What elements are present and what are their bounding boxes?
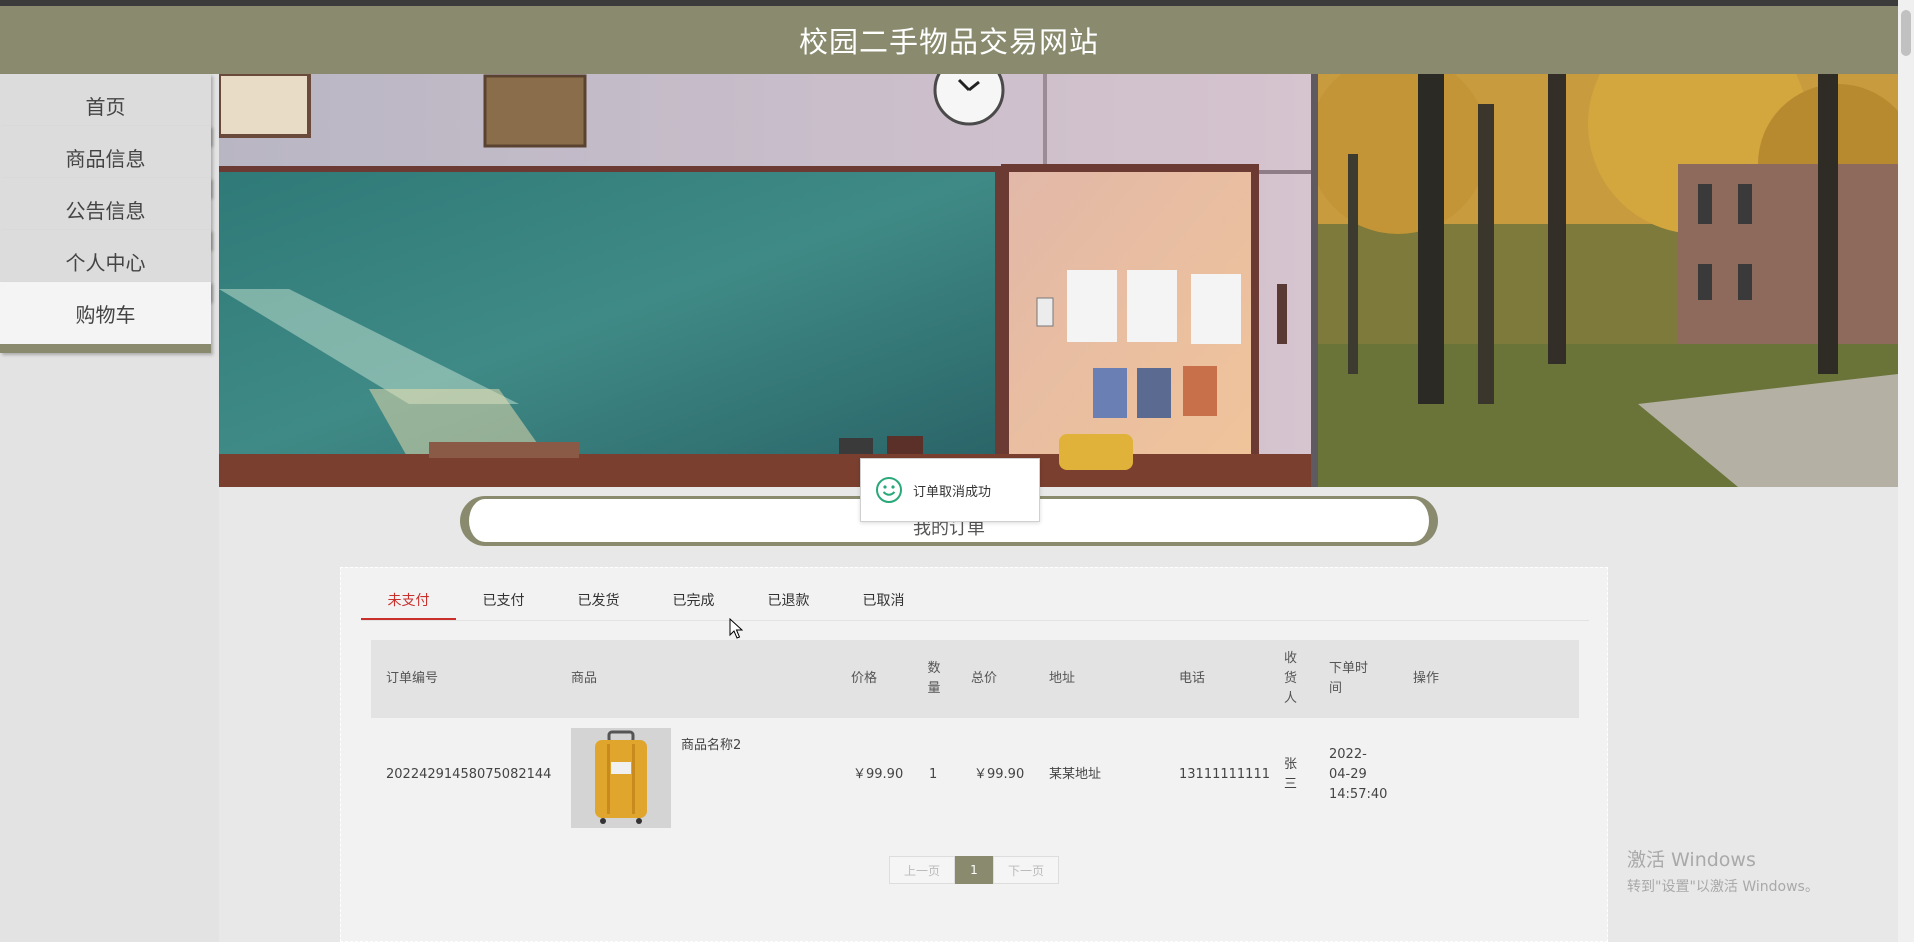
hero-banner bbox=[219, 74, 1898, 487]
tab-completed-label: 已完成 bbox=[672, 593, 715, 609]
nav-item-home-label: 首页 bbox=[85, 94, 126, 119]
col-address: 地址 bbox=[1049, 671, 1076, 686]
scrollbar-thumb[interactable] bbox=[1901, 10, 1911, 56]
col-qty: 数量 bbox=[927, 661, 941, 696]
windows-activation-watermark: 激活 Windows 转到"设置"以激活 Windows。 bbox=[1627, 845, 1819, 896]
col-total: 总价 bbox=[971, 671, 998, 686]
cell-total: ￥99.90 bbox=[974, 767, 1025, 782]
site-header: 校园二手物品交易网站 bbox=[0, 6, 1898, 74]
goods-thumbnail[interactable] bbox=[571, 728, 671, 828]
cell-qty: 1 bbox=[929, 767, 938, 782]
tab-refunded[interactable]: 已退款 bbox=[741, 590, 836, 618]
mouse-pointer-icon bbox=[729, 618, 743, 639]
next-page-button[interactable]: 下一页 bbox=[993, 856, 1059, 884]
table-row: 20224291458075082144 商品名称2 ￥99.90 1 ￥99.… bbox=[371, 718, 1579, 832]
tab-unpaid-label: 未支付 bbox=[387, 593, 430, 609]
col-price: 价格 bbox=[851, 671, 878, 686]
col-action: 操作 bbox=[1413, 671, 1440, 686]
prev-page-button[interactable]: 上一页 bbox=[889, 856, 955, 884]
toast-message: 订单取消成功 bbox=[913, 484, 992, 500]
tab-paid-label: 已支付 bbox=[482, 593, 525, 609]
col-phone: 电话 bbox=[1179, 671, 1206, 686]
sidebar-nav: 首页 商品信息 公告信息 个人中心 购物车 bbox=[0, 74, 219, 942]
nav-item-cart-label: 购物车 bbox=[75, 302, 136, 327]
tab-shipped[interactable]: 已发货 bbox=[551, 590, 646, 618]
orders-table-header: 订单编号 商品 价格 数量 总价 地址 电话 收货人 下单时间 操作 bbox=[371, 640, 1579, 718]
col-receiver: 收货人 bbox=[1284, 651, 1298, 706]
col-order-no: 订单编号 bbox=[386, 671, 439, 686]
nav-item-goods-label: 商品信息 bbox=[65, 146, 146, 171]
tab-completed[interactable]: 已完成 bbox=[646, 590, 741, 618]
page-scrollbar[interactable] bbox=[1898, 0, 1914, 942]
tab-unpaid[interactable]: 未支付 bbox=[361, 590, 456, 620]
cell-address: 某某地址 bbox=[1049, 767, 1102, 782]
cell-phone: 13111111111 bbox=[1179, 767, 1270, 782]
tab-shipped-label: 已发货 bbox=[577, 593, 620, 609]
nav-item-cart[interactable]: 购物车 bbox=[0, 282, 211, 353]
cell-goods-name[interactable]: 商品名称2 bbox=[681, 734, 741, 753]
cell-price: ￥99.90 bbox=[853, 767, 904, 782]
page-1-button[interactable]: 1 bbox=[955, 856, 993, 884]
pagination: 上一页 1 下一页 bbox=[889, 856, 1059, 884]
classroom-banner-image bbox=[219, 74, 1318, 487]
order-status-tabs: 未支付 已支付 已发货 已完成 已退款 已取消 bbox=[361, 568, 1589, 621]
watermark-line1: 激活 Windows bbox=[1627, 849, 1756, 871]
col-time: 下单时间 bbox=[1329, 661, 1369, 696]
site-title: 校园二手物品交易网站 bbox=[798, 25, 1099, 59]
tab-refunded-label: 已退款 bbox=[767, 593, 810, 609]
cell-order-no: 20224291458075082144 bbox=[386, 767, 552, 782]
tab-cancelled[interactable]: 已取消 bbox=[836, 590, 931, 618]
campus-banner-image bbox=[1318, 74, 1898, 487]
tab-paid[interactable]: 已支付 bbox=[456, 590, 551, 618]
nav-item-profile-label: 个人中心 bbox=[65, 250, 146, 275]
col-goods: 商品 bbox=[571, 671, 598, 686]
toast-notification: 订单取消成功 bbox=[860, 458, 1040, 522]
watermark-line2: 转到"设置"以激活 Windows。 bbox=[1627, 879, 1819, 895]
tab-cancelled-label: 已取消 bbox=[862, 593, 905, 609]
smile-icon bbox=[876, 477, 902, 503]
cell-time: 2022-04-29 14:57:40 bbox=[1329, 747, 1388, 802]
nav-item-notice-label: 公告信息 bbox=[65, 198, 146, 223]
orders-panel: 未支付 已支付 已发货 已完成 已退款 已取消 订单编号 商品 价格 数量 总价… bbox=[340, 567, 1608, 942]
cell-receiver: 张三 bbox=[1284, 757, 1298, 792]
